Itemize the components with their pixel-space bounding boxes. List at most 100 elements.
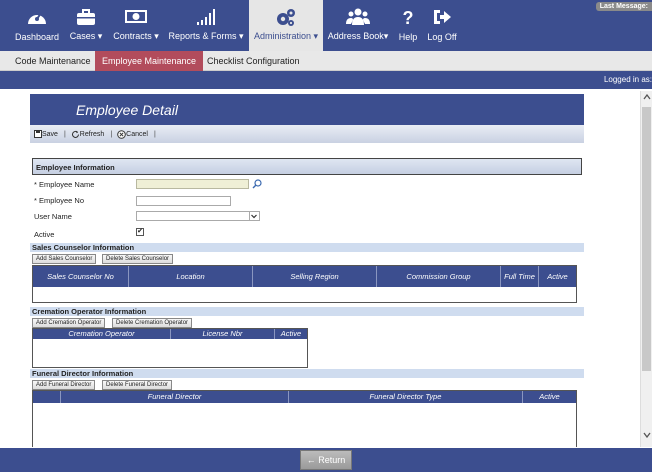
- caret-down-icon: ▾: [97, 31, 103, 41]
- nav-help[interactable]: ? Help: [395, 0, 421, 51]
- subnav-code-maintenance[interactable]: Code Maintenance: [8, 51, 98, 71]
- cremation-operator-header: Cremation Operator Information: [30, 307, 584, 316]
- add-sales-counselor-button[interactable]: Add Sales Counselor: [32, 254, 97, 264]
- nav-reports-label: Reports & Forms: [168, 31, 237, 41]
- sales-counselor-header: Sales Counselor Information: [30, 243, 584, 252]
- nav-help-label: Help: [398, 32, 418, 42]
- dashboard-icon: [28, 12, 46, 24]
- column-header[interactable]: Commission Group: [377, 266, 501, 287]
- delete-funeral-director-button[interactable]: Delete Funeral Director: [102, 380, 173, 390]
- bar-chart-icon: [197, 9, 215, 25]
- grid-header: Funeral Director Funeral Director Type A…: [33, 391, 576, 403]
- add-cremation-operator-button[interactable]: Add Cremation Operator: [32, 318, 106, 328]
- column-header[interactable]: Full Time: [501, 266, 539, 287]
- column-header[interactable]: Sales Counselor No: [33, 266, 129, 287]
- caret-down-icon: ▾: [313, 31, 319, 41]
- briefcase-icon: [77, 9, 95, 25]
- sub-nav: Code Maintenance Employee Maintenance Ch…: [0, 51, 652, 71]
- user-name-label: User Name: [34, 212, 72, 221]
- add-funeral-director-button[interactable]: Add Funeral Director: [32, 380, 96, 390]
- gears-icon: [277, 9, 295, 26]
- column-header[interactable]: Selling Region: [253, 266, 377, 287]
- save-label: Save: [42, 130, 58, 138]
- nav-dashboard[interactable]: Dashboard: [14, 0, 60, 51]
- active-checkbox[interactable]: ✔: [136, 228, 144, 236]
- nav-log-off-label: Log Off: [427, 32, 457, 42]
- column-header[interactable]: Active: [275, 329, 307, 339]
- nav-administration-label: Administration: [253, 31, 311, 41]
- cancel-label: Cancel: [126, 130, 148, 138]
- top-nav: Dashboard Cases ▾ Contracts ▾ Reports & …: [0, 0, 652, 51]
- caret-down-icon: ▾: [154, 31, 159, 41]
- scroll-up-icon[interactable]: [643, 93, 651, 102]
- nav-log-off[interactable]: Log Off: [425, 0, 459, 51]
- column-header[interactable]: Location: [129, 266, 253, 287]
- nav-cases-label: Cases: [69, 31, 96, 41]
- scroll-thumb[interactable]: [642, 107, 651, 371]
- user-name-select[interactable]: [136, 211, 260, 221]
- cremation-operator-grid: Cremation Operator License Nbr Active: [32, 328, 308, 368]
- return-label: Return: [318, 455, 346, 465]
- help-icon: ?: [403, 8, 414, 26]
- nav-address-book[interactable]: Address Book▾: [326, 0, 390, 51]
- nav-contracts[interactable]: Contracts ▾: [110, 0, 162, 51]
- status-bar: Logged in as:: [0, 71, 652, 89]
- nav-dashboard-label: Dashboard: [14, 32, 60, 42]
- cancel-button[interactable]: Cancel: [117, 129, 148, 139]
- employee-no-input[interactable]: [136, 196, 231, 206]
- save-button[interactable]: Save: [34, 130, 58, 138]
- vertical-scrollbar[interactable]: [640, 91, 652, 447]
- action-toolbar: Save | Refresh | Cancel |: [30, 125, 584, 143]
- nav-reports[interactable]: Reports & Forms ▾: [166, 0, 246, 51]
- delete-sales-counselor-button[interactable]: Delete Sales Counselor: [102, 254, 174, 264]
- nav-address-book-label: Address Book: [327, 31, 384, 41]
- caret-down-icon: ▾: [383, 31, 389, 41]
- arrow-left-icon: ←: [306, 455, 316, 465]
- employee-name-input[interactable]: [136, 179, 249, 189]
- grid-header: Cremation Operator License Nbr Active: [33, 329, 307, 339]
- nav-contracts-label: Contracts: [113, 31, 152, 41]
- last-message-badge[interactable]: Last Message:: [595, 2, 652, 11]
- users-icon: [346, 8, 370, 25]
- funeral-director-header: Funeral Director Information: [30, 369, 584, 378]
- delete-cremation-operator-button[interactable]: Delete Cremation Operator: [112, 318, 193, 328]
- subnav-employee-maintenance[interactable]: Employee Maintenance: [95, 51, 204, 71]
- column-header[interactable]: Cremation Operator: [33, 329, 171, 339]
- cancel-icon: [117, 129, 126, 139]
- toolbar-separator: |: [110, 130, 113, 138]
- refresh-button[interactable]: Refresh: [71, 130, 105, 139]
- subnav-checklist-configuration[interactable]: Checklist Configuration: [200, 51, 307, 71]
- page-title: Employee Detail: [30, 94, 584, 125]
- column-header[interactable]: Funeral Director Type: [289, 391, 523, 403]
- grid-header: Sales Counselor No Location Selling Regi…: [33, 266, 576, 287]
- chevron-down-icon[interactable]: [249, 212, 258, 220]
- money-icon: [125, 10, 147, 23]
- column-header-blank: [33, 391, 61, 403]
- funeral-director-grid: Funeral Director Funeral Director Type A…: [32, 390, 577, 447]
- column-header[interactable]: Active: [523, 391, 576, 403]
- caret-down-icon: ▾: [239, 31, 244, 41]
- nav-cases[interactable]: Cases ▾: [66, 0, 106, 51]
- active-label: Active: [34, 230, 55, 239]
- column-header[interactable]: Funeral Director: [61, 391, 289, 403]
- footer-bar: ← Return: [0, 448, 652, 472]
- search-icon[interactable]: [252, 179, 262, 189]
- employee-no-label: * Employee No: [34, 196, 85, 205]
- save-icon: [34, 130, 42, 138]
- refresh-icon: [71, 130, 79, 138]
- refresh-label: Refresh: [79, 130, 105, 138]
- nav-administration[interactable]: Administration ▾: [249, 0, 323, 51]
- employee-info-header: Employee Information: [32, 158, 582, 175]
- logged-in-text: Logged in as:: [603, 75, 652, 84]
- toolbar-separator: |: [153, 130, 156, 138]
- employee-detail-panel: Employee Detail Save | Refresh | Cancel …: [30, 94, 584, 447]
- column-header[interactable]: Active: [539, 266, 576, 287]
- toolbar-separator: |: [63, 130, 66, 138]
- scroll-down-icon[interactable]: [643, 431, 651, 440]
- return-button[interactable]: ← Return: [300, 450, 352, 470]
- employee-name-label: * Employee Name: [34, 180, 95, 189]
- svg-text:?: ?: [403, 8, 414, 26]
- column-header[interactable]: License Nbr: [171, 329, 275, 339]
- logoff-icon: [434, 10, 451, 24]
- sales-counselor-grid: Sales Counselor No Location Selling Regi…: [32, 265, 577, 303]
